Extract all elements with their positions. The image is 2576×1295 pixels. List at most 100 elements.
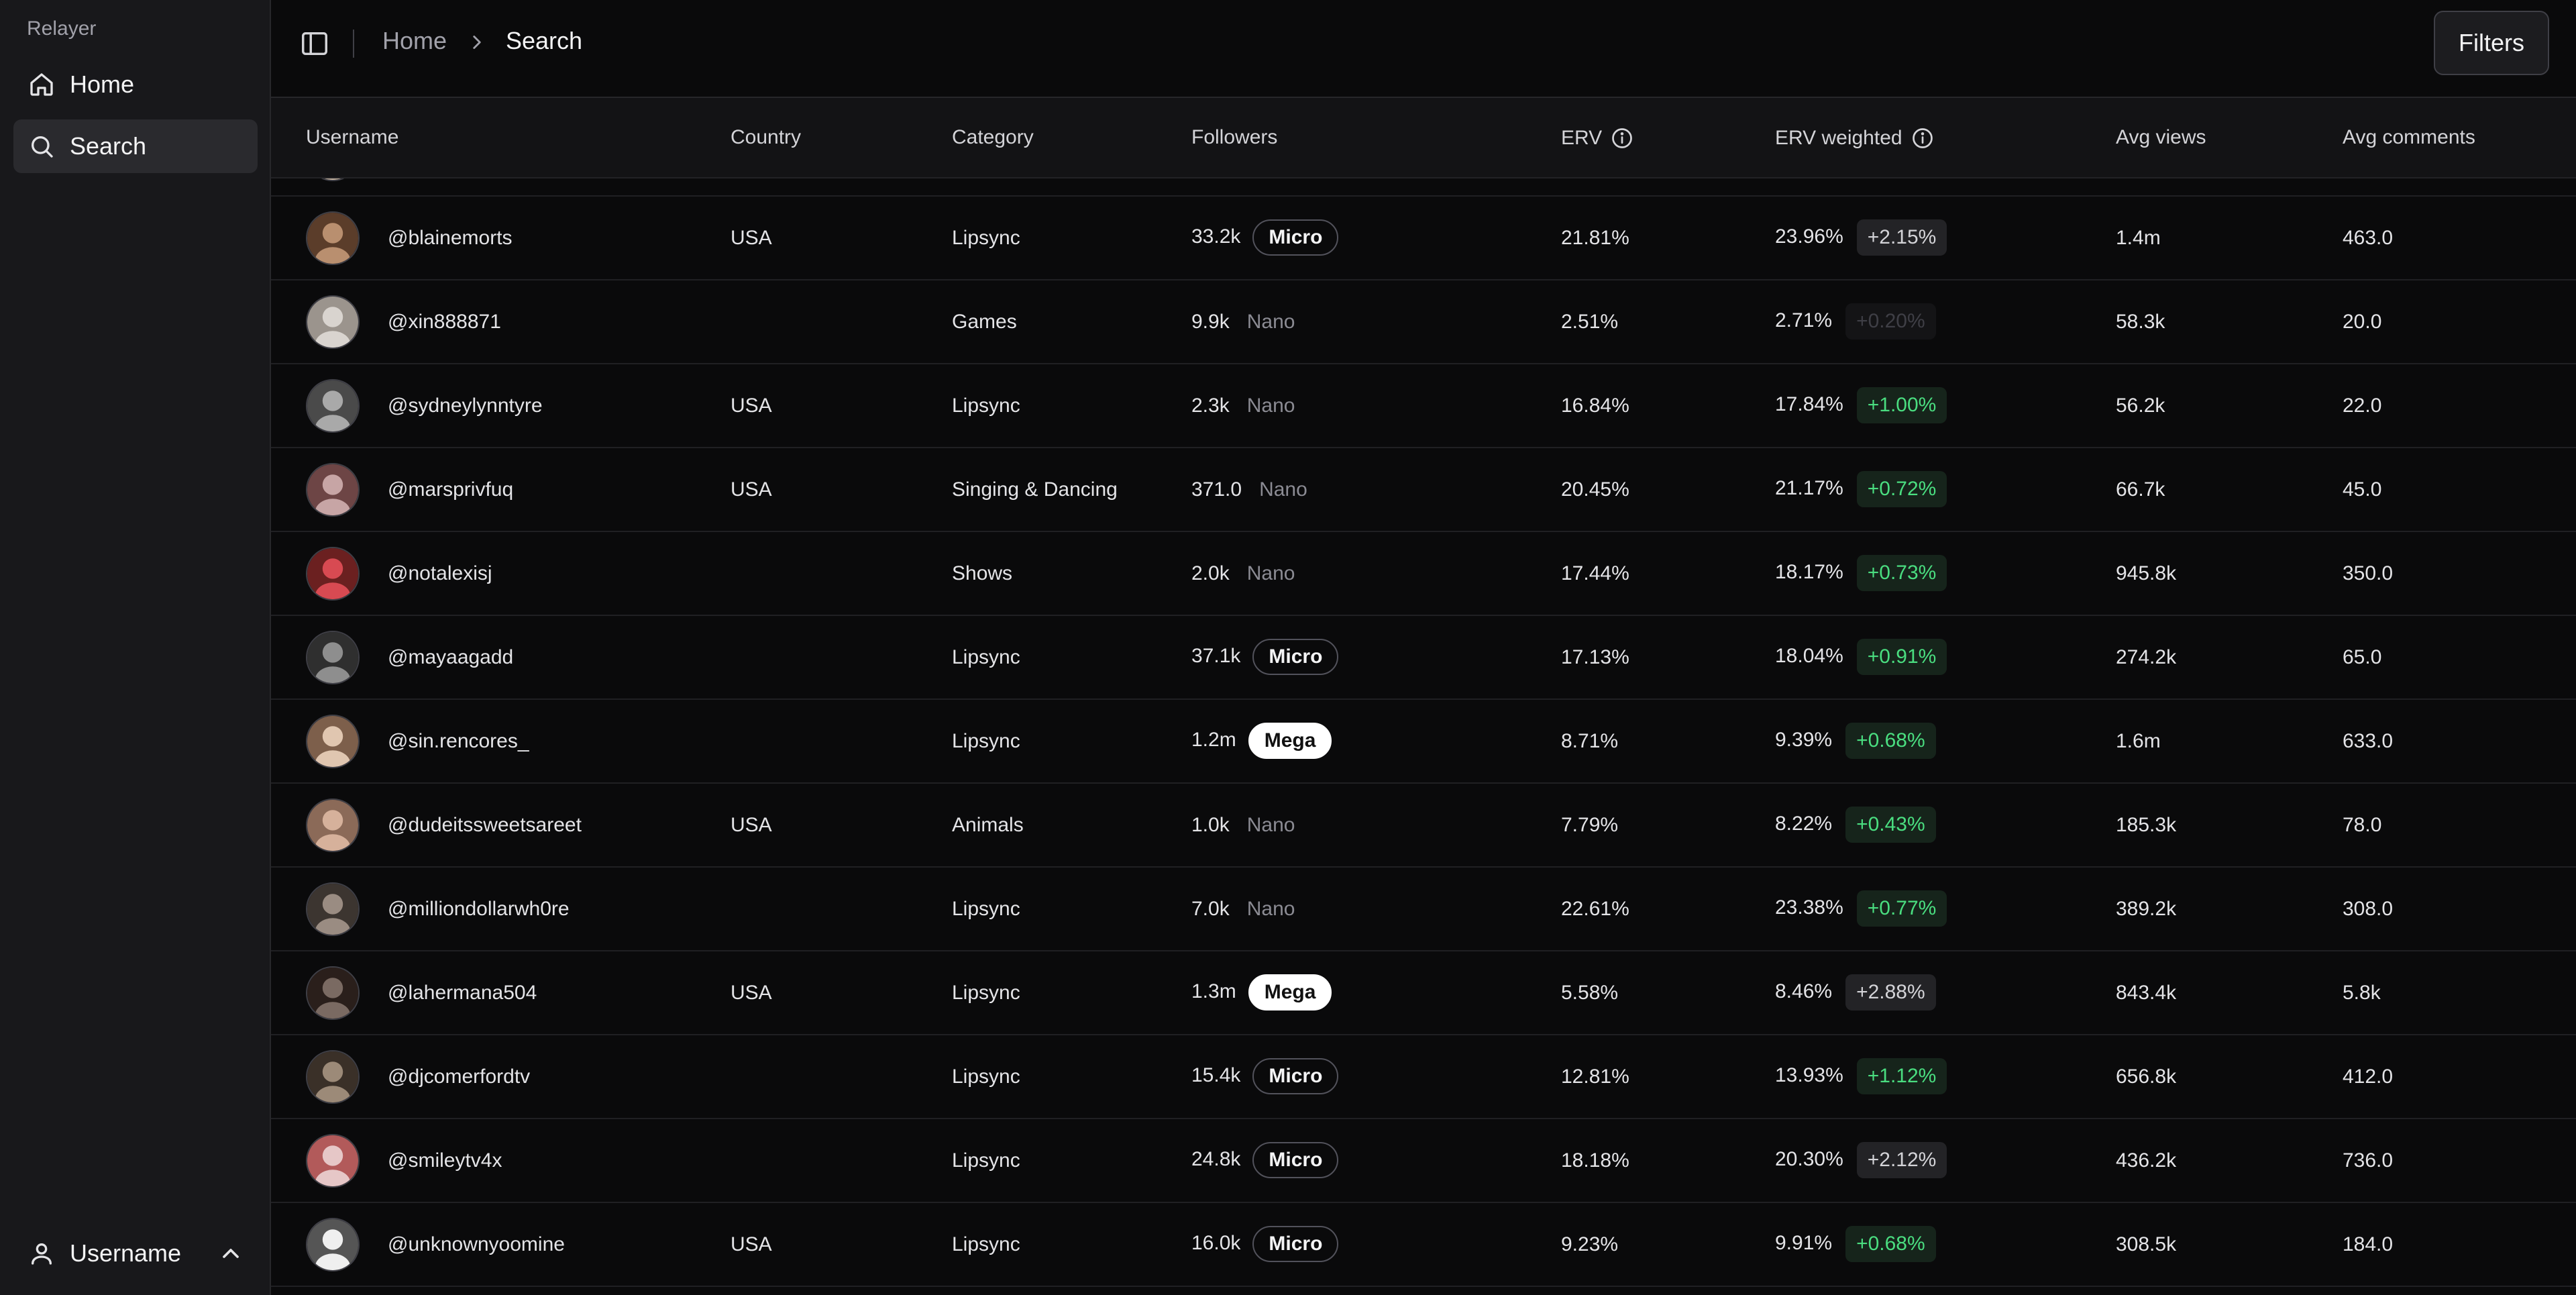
erv-cell: 8.71%	[1561, 730, 1619, 752]
breadcrumb-home[interactable]: Home	[382, 27, 447, 55]
table-row[interactable]: @lahermana504 USA Lipsync 1.3m Mega 5.58% 8.46…	[271, 951, 2576, 1035]
avatar	[306, 463, 360, 517]
avg-comments-cell: 308.0	[2343, 898, 2394, 920]
avg-views-cell: 185.3k	[2116, 814, 2177, 836]
table-row[interactable]: @sin.rencores_ Lipsync 1.2m Mega 8.71% 9.39% +…	[271, 700, 2576, 784]
table-row[interactable]: @djcomerfordtv Lipsync 15.4k Micro 12.81% 13.…	[271, 1035, 2576, 1119]
delta-badge: +0.72%	[1856, 471, 1947, 507]
info-icon[interactable]	[1610, 126, 1634, 150]
column-erv[interactable]: ERV	[1561, 126, 1634, 150]
avg-comments-cell: 5.8k	[2343, 982, 2381, 1004]
username-cell[interactable]: @djcomerfordtv	[388, 1064, 530, 1090]
avg-comments-cell: 45.0	[2343, 478, 2382, 501]
username-cell[interactable]: @lahermana504	[388, 980, 537, 1006]
avg-comments-cell: 22.0	[2343, 395, 2382, 417]
avatar	[306, 631, 360, 684]
delta-badge: +0.43%	[1845, 807, 1936, 843]
username-cell[interactable]: @milliondollarwh0re	[388, 896, 570, 923]
tier-badge: Micro	[1252, 1226, 1339, 1262]
filters-button[interactable]: Filters	[2434, 11, 2549, 75]
erv-weighted-cell: 2.71% +0.20%	[1775, 303, 1936, 340]
column-erv-weighted[interactable]: ERV weighted	[1775, 126, 1935, 150]
username-cell[interactable]: @blainemorts	[388, 225, 513, 252]
sidebar-item-home[interactable]: Home	[13, 58, 258, 111]
delta-badge: +0.20%	[1845, 303, 1936, 340]
breadcrumb-current: Search	[506, 27, 583, 54]
category-cell: Shows	[952, 562, 1013, 584]
tier-label: Nano	[1246, 814, 1295, 836]
table-row[interactable]: @notalexisj Shows 2.0k Nano 17.44% 18.17% +0.7…	[271, 532, 2576, 616]
avatar	[306, 715, 360, 768]
erv-weighted-cell: 17.84% +1.00%	[1775, 387, 1947, 423]
tier-badge: Micro	[1252, 1058, 1339, 1094]
sidebar: Relayer Home Search Username	[0, 0, 271, 1295]
chevron-up-icon[interactable]	[217, 1240, 244, 1267]
followers-cell: 9.9k Nano	[1191, 311, 1295, 333]
erv-cell: 5.58%	[1561, 982, 1619, 1004]
column-avg-views[interactable]: Avg views	[2116, 126, 2206, 149]
chevron-right-icon	[466, 31, 488, 54]
table-row[interactable]: @blainemorts USA Lipsync 33.2k Micro 21.81% 23…	[271, 197, 2576, 280]
delta-badge: +0.91%	[1856, 639, 1947, 675]
username-cell[interactable]: @mayaagadd	[388, 644, 513, 671]
category-cell: Animals	[952, 814, 1024, 836]
user-menu[interactable]: Username	[13, 1227, 258, 1280]
avatar	[306, 295, 360, 349]
followers-cell: 1.2m Mega	[1191, 723, 1332, 759]
avg-comments-cell: 65.0	[2343, 646, 2382, 668]
username-cell[interactable]: @unknownyoomine	[388, 1231, 565, 1258]
followers-cell: 1.0k Nano	[1191, 814, 1295, 836]
table-row[interactable]: @unknownyoomine USA Lipsync 16.0k Micro 9.23%…	[271, 1203, 2576, 1287]
info-icon[interactable]	[1911, 126, 1935, 150]
username-cell[interactable]: @smileytv4x	[388, 1147, 502, 1174]
username-cell[interactable]: @xin888871	[388, 309, 501, 335]
username-cell[interactable]: @sydneylynntyre	[388, 393, 543, 419]
username-cell[interactable]: @sin.rencores_	[388, 728, 529, 755]
table-row[interactable]: @sydneylynntyre USA Lipsync 2.3k Nano 16.84% 1…	[271, 364, 2576, 448]
table-row[interactable]: @xin888871 Games 9.9k Nano 2.51% 2.71% +0.20% 5…	[271, 280, 2576, 364]
delta-badge: +1.00%	[1856, 387, 1947, 423]
table-row[interactable]: @smileytv4x Lipsync 24.8k Micro 18.18% 20.30%…	[271, 1119, 2576, 1203]
erv-weighted-cell: 8.22% +0.43%	[1775, 807, 1936, 843]
erv-cell: 18.18%	[1561, 1149, 1629, 1172]
category-cell: Singing & Dancing	[952, 478, 1118, 501]
column-username[interactable]: Username	[306, 126, 398, 149]
top-header: Home Search Filters	[271, 0, 2576, 98]
followers-cell: 2.3k Nano	[1191, 395, 1295, 417]
column-followers[interactable]: Followers	[1191, 126, 1277, 149]
tier-badge: Micro	[1252, 1142, 1339, 1178]
erv-weighted-cell: 21.17% +0.72%	[1775, 471, 1947, 507]
erv-weighted-cell: 18.04% +0.91%	[1775, 639, 1947, 675]
avg-comments-cell: 350.0	[2343, 562, 2394, 584]
avg-views-cell: 1.6m	[2116, 730, 2161, 752]
erv-weighted-cell: 20.30% +2.12%	[1775, 1142, 1947, 1178]
sidebar-item-search[interactable]: Search	[13, 119, 258, 173]
table-row[interactable]: @milliondollarwh0re Lipsync 7.0k Nano 22.61%…	[271, 868, 2576, 951]
category-cell: Lipsync	[952, 227, 1020, 249]
avg-views-cell: 656.8k	[2116, 1066, 2177, 1088]
sidebar-toggle-icon[interactable]	[299, 28, 330, 59]
erv-weighted-cell: 9.91% +0.68%	[1775, 1226, 1936, 1262]
category-cell: Lipsync	[952, 1233, 1020, 1255]
avg-views-cell: 274.2k	[2116, 646, 2177, 668]
sidebar-item-label: Home	[70, 70, 135, 98]
tier-badge: Mega	[1248, 974, 1332, 1011]
table-row[interactable]: @dudeitssweetsareet USA Animals 1.0k Nano 7.7…	[271, 784, 2576, 868]
table-row[interactable]: @mayaagadd Lipsync 37.1k Micro 17.13% 18.04% +…	[271, 616, 2576, 700]
avg-views-cell: 308.5k	[2116, 1233, 2177, 1255]
avg-views-cell: 945.8k	[2116, 562, 2177, 584]
avg-comments-cell: 736.0	[2343, 1149, 2394, 1172]
delta-badge: +0.77%	[1856, 890, 1947, 927]
results-table: Username Country Category Followers ERV …	[271, 98, 2576, 1295]
column-avg-comments[interactable]: Avg comments	[2343, 126, 2475, 149]
username-cell[interactable]: @marsprivfuq	[388, 476, 513, 503]
username-cell[interactable]: @dudeitssweetsareet	[388, 812, 582, 839]
column-country[interactable]: Country	[731, 126, 801, 149]
username-cell[interactable]: @notalexisj	[388, 560, 492, 587]
table-row[interactable]: @marsprivfuq USA Singing & Dancing 371.0 Nan…	[271, 448, 2576, 532]
erv-cell: 16.84%	[1561, 395, 1629, 417]
avatar	[306, 211, 360, 265]
avg-comments-cell: 633.0	[2343, 730, 2394, 752]
column-category[interactable]: Category	[952, 126, 1034, 149]
avg-comments-cell: 463.0	[2343, 227, 2394, 249]
